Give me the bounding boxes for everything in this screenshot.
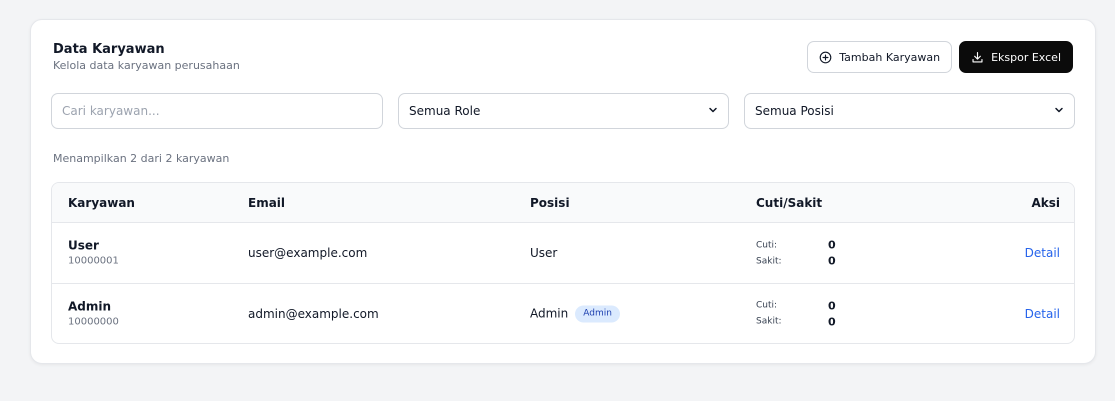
detail-link[interactable]: Detail <box>1025 307 1060 321</box>
employee-table: Karyawan Email Posisi Cuti/Sakit Aksi Us… <box>51 182 1075 344</box>
cuti-label: Cuti: <box>756 240 778 250</box>
column-header-action: Aksi <box>1031 196 1060 210</box>
employee-cell: User 10000001 <box>68 239 119 268</box>
card-header: Data Karyawan Kelola data karyawan perus… <box>53 42 240 73</box>
position-cell: User <box>530 246 557 260</box>
position-cell: Admin Admin <box>530 305 620 322</box>
employee-email: admin@example.com <box>248 306 379 321</box>
chevron-down-icon <box>708 104 718 118</box>
add-employee-label: Tambah Karyawan <box>839 50 941 64</box>
cuti-value: 0 <box>828 299 836 312</box>
page-subtitle: Kelola data karyawan perusahaan <box>53 59 240 72</box>
table-row: User 10000001 user@example.com User Cuti… <box>52 223 1074 283</box>
sakit-label: Sakit: <box>756 316 782 327</box>
employee-cell: Admin 10000000 <box>68 299 119 328</box>
column-header-leave: Cuti/Sakit <box>756 196 823 210</box>
employee-position: User <box>530 246 558 260</box>
employee-id: 10000001 <box>68 255 119 267</box>
chevron-down-icon <box>1054 104 1064 118</box>
role-select-value: Semua Role <box>409 104 481 118</box>
header-actions: Tambah Karyawan Ekspor Excel <box>807 41 1073 73</box>
search-input[interactable]: Cari karyawan... <box>51 93 383 129</box>
result-count: Menampilkan 2 dari 2 karyawan <box>53 152 230 165</box>
detail-link[interactable]: Detail <box>1025 246 1060 260</box>
employee-name: User <box>68 238 99 253</box>
sakit-value: 0 <box>828 315 836 328</box>
position-select-value: Semua Posisi <box>755 104 834 118</box>
employee-position: Admin <box>530 306 569 321</box>
column-header-position: Posisi <box>530 196 570 210</box>
search-placeholder: Cari karyawan... <box>62 104 160 118</box>
add-employee-button[interactable]: Tambah Karyawan <box>807 41 953 73</box>
employee-data-card: Data Karyawan Kelola data karyawan perus… <box>30 19 1096 364</box>
download-icon <box>971 51 984 64</box>
cuti-label: Cuti: <box>756 300 778 311</box>
plus-circle-icon <box>819 51 832 64</box>
table-header: Karyawan Email Posisi Cuti/Sakit Aksi <box>52 183 1074 223</box>
sakit-value: 0 <box>828 254 836 268</box>
sakit-label: Sakit: <box>756 256 782 266</box>
page-title: Data Karyawan <box>53 42 165 57</box>
export-excel-button[interactable]: Ekspor Excel <box>959 41 1073 73</box>
employee-name: Admin <box>68 299 112 313</box>
column-header-email: Email <box>248 196 286 210</box>
export-excel-label: Ekspor Excel <box>991 50 1061 64</box>
employee-id: 10000000 <box>68 316 119 327</box>
leave-cell: Cuti: 0 Sakit: 0 <box>756 239 836 268</box>
role-select[interactable]: Semua Role <box>398 93 729 129</box>
table-row: Admin 10000000 admin@example.com Admin A… <box>52 283 1074 343</box>
filter-bar: Cari karyawan... Semua Role Semua Posisi <box>51 93 1075 129</box>
position-select[interactable]: Semua Posisi <box>744 93 1075 129</box>
role-badge: Admin <box>575 305 620 322</box>
employee-email: user@example.com <box>248 246 368 260</box>
leave-cell: Cuti: 0 Sakit: 0 <box>756 299 836 328</box>
cuti-value: 0 <box>828 238 836 252</box>
column-header-employee: Karyawan <box>68 196 135 210</box>
